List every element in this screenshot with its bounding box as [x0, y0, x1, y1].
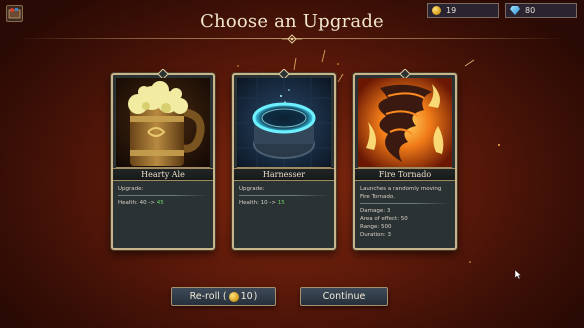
card-name: Harnesser	[234, 168, 334, 181]
stat-health: Health: 10 -> 15	[239, 200, 285, 206]
upgrade-card-harnesser[interactable]: Harnesser Upgrade: Health: 10 -> 15	[232, 69, 336, 250]
portal-icon	[237, 78, 331, 167]
reroll-button[interactable]: Re-roll ( 10 )	[171, 287, 276, 306]
card-art	[237, 78, 331, 168]
upgrade-label: Upgrade:	[239, 186, 265, 192]
reroll-suffix: )	[253, 291, 258, 302]
upgrade-card-hearty-ale[interactable]: Hearty Ale Upgrade: Health: 40 -> 45	[111, 69, 215, 250]
gold-counter: 19	[427, 3, 499, 18]
stat-range: Range: 500	[360, 224, 392, 230]
card-divider	[360, 203, 450, 204]
gold-amount: 19	[446, 6, 457, 15]
stat-duration: Duration: 3	[360, 232, 391, 238]
upgrade-card-fire-tornado[interactable]: Fire Tornado Launches a randomly moving …	[353, 69, 457, 250]
reroll-label: Re-roll (	[189, 291, 227, 302]
card-art	[358, 78, 452, 168]
card-divider	[239, 195, 329, 196]
ornament-icon	[282, 34, 302, 44]
gold-coin-icon	[228, 291, 239, 302]
stat-health: Health: 40 -> 45	[118, 200, 164, 206]
gem-amount: 80	[525, 6, 536, 15]
reroll-cost: 10	[240, 291, 253, 302]
card-divider	[118, 195, 208, 196]
stat-damage: Damage: 3	[360, 208, 391, 214]
upgrade-label: Upgrade:	[118, 186, 144, 192]
fire-tornado-icon	[358, 78, 452, 167]
continue-button[interactable]: Continue	[300, 287, 388, 306]
gold-coin-icon	[432, 6, 441, 15]
stat-area-of-effect: Area of effect: 50	[360, 216, 408, 222]
card-art	[116, 78, 210, 168]
mouse-cursor-icon	[515, 270, 522, 279]
gem-icon	[510, 6, 520, 15]
card-name: Fire Tornado	[355, 168, 455, 181]
card-name: Hearty Ale	[113, 168, 213, 181]
gem-counter: 80	[505, 3, 577, 18]
card-description: Launches a randomly moving Fire Tornado.	[360, 186, 442, 200]
ale-mug-icon	[116, 78, 210, 167]
